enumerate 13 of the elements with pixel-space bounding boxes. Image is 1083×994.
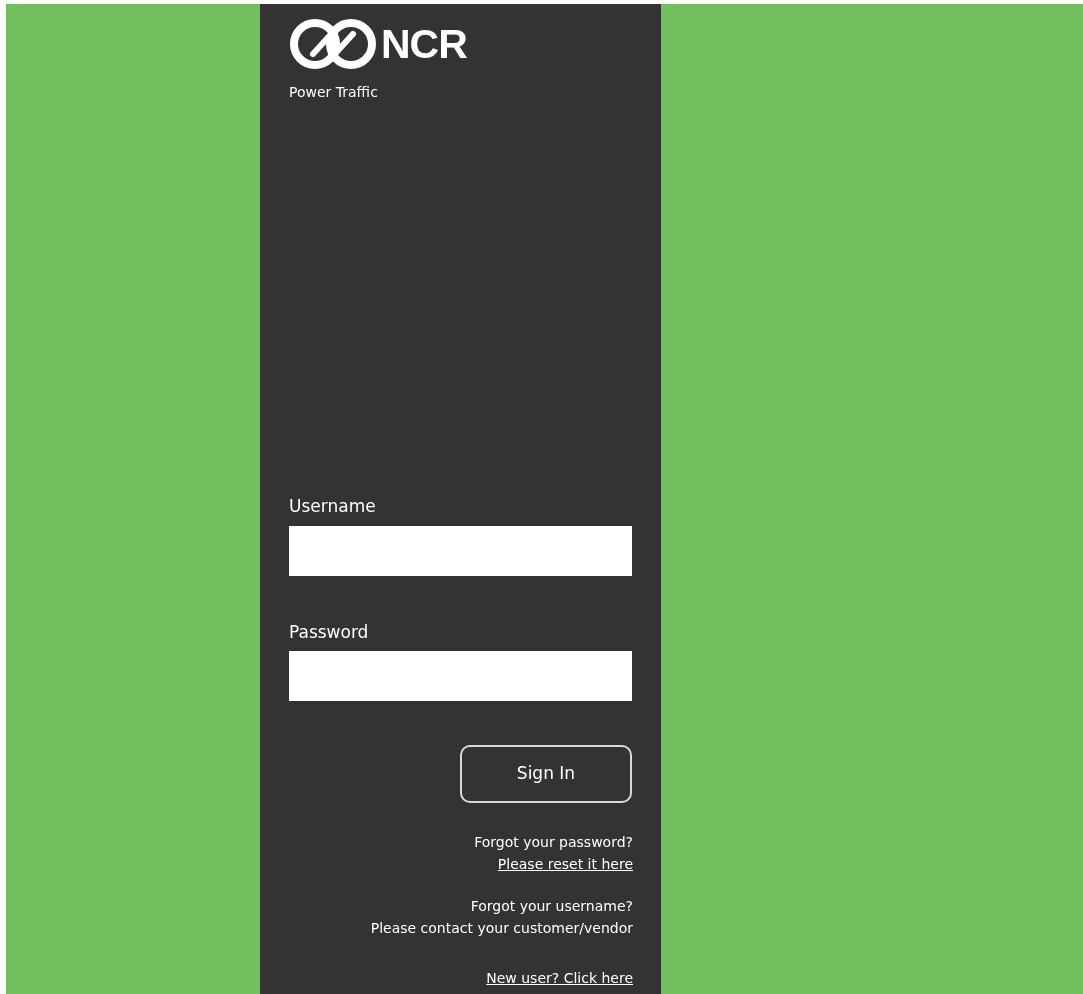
sign-in-button[interactable]: Sign In	[460, 745, 632, 803]
reset-password-link[interactable]: Please reset it here	[497, 856, 633, 872]
field-label: Username	[289, 495, 377, 518]
help-text: Forgot your username?	[469, 897, 633, 916]
help-text: Forgot your password?	[473, 833, 633, 852]
product-name: Power Traffic	[289, 83, 379, 102]
field-label: Password	[289, 620, 370, 644]
logo-icon	[289, 18, 377, 70]
username-field[interactable]	[289, 525, 632, 576]
help-text: Please contact your customer/vendor	[369, 919, 633, 938]
password-field[interactable]	[289, 651, 632, 701]
new-user-link[interactable]: New user? Click here	[486, 970, 633, 986]
logo-wordmark: NCR	[381, 23, 467, 65]
